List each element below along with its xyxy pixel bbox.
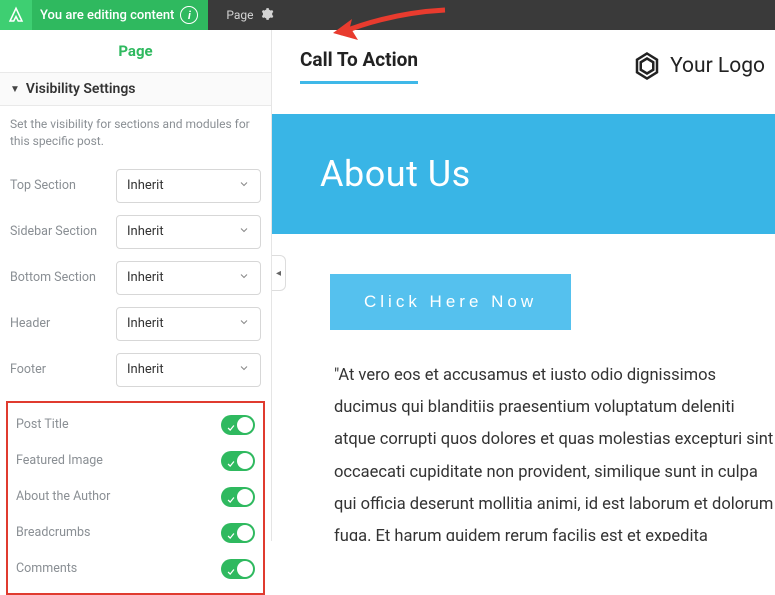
panel-title-text: Visibility Settings — [26, 81, 136, 97]
select-sidebar-section[interactable]: Inherit — [116, 215, 261, 249]
toggle-post-title[interactable] — [221, 415, 255, 435]
hero-title: About Us — [320, 153, 471, 195]
toggle-about-author[interactable] — [221, 487, 255, 507]
tab-call-to-action[interactable]: Call To Action — [300, 48, 418, 84]
row-top-section: Top Section Inherit — [0, 163, 271, 209]
hexagon-logo-icon — [632, 51, 662, 81]
caret-down-icon: ▼ — [10, 84, 20, 95]
row-header: Header Inherit — [0, 301, 271, 347]
toggle-featured-image[interactable] — [221, 451, 255, 471]
select-value: Inherit — [127, 270, 164, 285]
select-value: Inherit — [127, 316, 164, 331]
gear-icon[interactable] — [260, 6, 274, 25]
label-bottom-section: Bottom Section — [10, 270, 108, 285]
select-value: Inherit — [127, 362, 164, 377]
select-footer[interactable]: Inherit — [116, 353, 261, 387]
check-icon — [226, 562, 236, 581]
button-area: Click Here Now — [272, 234, 775, 360]
sidebar-title: Page — [0, 30, 271, 72]
topbar: You are editing content i Page — [0, 0, 775, 30]
editing-label: You are editing content — [40, 8, 174, 23]
check-icon — [226, 454, 236, 473]
select-header[interactable]: Inherit — [116, 307, 261, 341]
hero-banner: About Us — [272, 114, 775, 234]
panel-description: Set the visibility for sections and modu… — [0, 106, 271, 163]
editing-banner: You are editing content i — [0, 0, 208, 30]
select-top-section[interactable]: Inherit — [116, 169, 261, 203]
check-icon — [226, 490, 236, 509]
row-footer: Footer Inherit — [0, 347, 271, 393]
select-value: Inherit — [127, 178, 164, 193]
select-value: Inherit — [127, 224, 164, 239]
row-about-author: About the Author — [8, 479, 263, 515]
label-featured-image: Featured Image — [16, 453, 103, 468]
visibility-panel-header[interactable]: ▼ Visibility Settings — [0, 72, 271, 106]
collapse-sidebar-button[interactable]: ◂ — [272, 255, 286, 291]
label-top-section: Top Section — [10, 178, 108, 193]
cta-button[interactable]: Click Here Now — [330, 274, 571, 330]
preview-header: Call To Action Your Logo — [272, 30, 775, 84]
label-comments: Comments — [16, 561, 77, 576]
settings-sidebar: Page ▼ Visibility Settings Set the visib… — [0, 30, 272, 541]
check-icon — [226, 418, 236, 437]
row-sidebar-section: Sidebar Section Inherit — [0, 209, 271, 255]
brand-logo-icon[interactable] — [0, 0, 32, 30]
chevron-down-icon — [238, 270, 250, 286]
check-icon — [226, 526, 236, 545]
chevron-down-icon — [238, 178, 250, 194]
label-post-title: Post Title — [16, 417, 69, 432]
chevron-down-icon — [238, 224, 250, 240]
info-icon[interactable]: i — [180, 6, 198, 24]
toggle-highlight-box: Post Title Featured Image About the Auth… — [6, 401, 265, 595]
chevron-down-icon — [238, 362, 250, 378]
label-breadcrumbs: Breadcrumbs — [16, 525, 91, 540]
row-featured-image: Featured Image — [8, 443, 263, 479]
body-paragraph: "At vero eos et accusamus et iusto odio … — [272, 360, 775, 541]
logo-text: Your Logo — [670, 54, 765, 78]
select-bottom-section[interactable]: Inherit — [116, 261, 261, 295]
row-comments: Comments — [8, 551, 263, 587]
chevron-down-icon — [238, 316, 250, 332]
row-bottom-section: Bottom Section Inherit — [0, 255, 271, 301]
toggle-comments[interactable] — [221, 559, 255, 579]
label-sidebar-section: Sidebar Section — [10, 224, 108, 239]
topbar-page-label[interactable]: Page — [208, 8, 259, 22]
row-breadcrumbs: Breadcrumbs — [8, 515, 263, 551]
page-preview: Call To Action Your Logo About Us Click … — [272, 30, 775, 541]
row-post-title: Post Title — [8, 407, 263, 443]
toggle-breadcrumbs[interactable] — [221, 523, 255, 543]
label-header: Header — [10, 316, 108, 331]
label-footer: Footer — [10, 362, 108, 377]
label-about-author: About the Author — [16, 489, 110, 504]
logo: Your Logo — [632, 51, 765, 81]
